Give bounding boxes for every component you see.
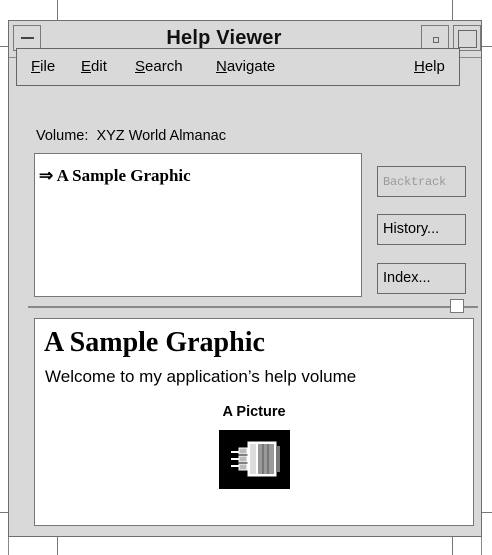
menu-navigate[interactable]: Navigate <box>216 58 275 75</box>
sash-handle[interactable] <box>450 299 464 313</box>
volume-name: XYZ World Almanac <box>96 128 226 144</box>
topic-hierarchy-list[interactable]: ⇒ A Sample Graphic <box>34 153 362 297</box>
current-topic-arrow-icon: ⇒ <box>39 166 54 185</box>
volume-caption: Volume: <box>36 128 89 144</box>
menu-edit[interactable]: Edit <box>81 58 107 75</box>
pane-sash <box>28 306 478 308</box>
welcome-text: Welcome to my application’s help volume <box>45 367 357 386</box>
backtrack-button[interactable]: Backtrack <box>377 166 466 197</box>
menu-help[interactable]: Help <box>414 58 445 75</box>
menu-search[interactable]: Search <box>135 58 183 75</box>
index-button[interactable]: Index... <box>377 263 466 294</box>
history-button[interactable]: History... <box>377 214 466 245</box>
window-bottom-border <box>8 537 482 555</box>
menu-file[interactable]: File <box>31 58 55 75</box>
menu-bar: File Edit Search Navigate Help <box>16 48 460 86</box>
picture-caption: A Picture <box>222 404 286 420</box>
topic-list-item[interactable]: ⇒ A Sample Graphic <box>39 166 191 186</box>
volume-label: Volume: XYZ World Almanac <box>36 128 226 144</box>
window-title: Help Viewer <box>166 27 282 49</box>
current-topic-label: A Sample Graphic <box>56 166 191 185</box>
graphic-picture-icon <box>219 430 290 489</box>
help-content-pane[interactable]: A Sample Graphic Welcome to my applicati… <box>34 318 474 526</box>
topic-heading: A Sample Graphic <box>44 327 265 358</box>
